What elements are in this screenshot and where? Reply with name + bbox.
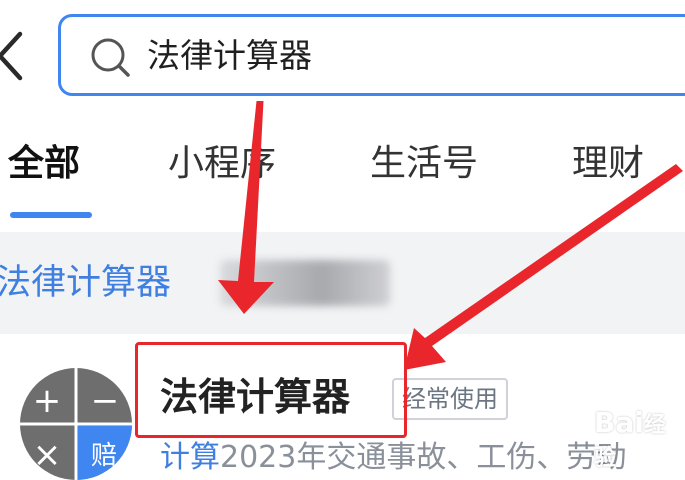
back-icon[interactable] — [0, 30, 24, 82]
frequently-used-badge: 经常使用 — [392, 378, 508, 420]
tab-mini-programs[interactable]: 小程序 — [168, 140, 276, 188]
blurred-content — [220, 260, 390, 306]
plus-glyph: + — [33, 381, 62, 421]
section-title: 法律计算器 — [0, 263, 172, 303]
watermark-brand: Bai经验 — [594, 406, 666, 471]
result-title: 法律计算器 — [160, 375, 351, 419]
category-tabs: 全部 小程序 生活号 理财 — [0, 128, 685, 228]
search-icon — [91, 38, 130, 77]
tab-all[interactable]: 全部 — [8, 140, 80, 188]
section-header: 法律计算器 — [0, 232, 685, 334]
search-header: 法律计算器 — [0, 0, 685, 118]
paw-logo-icon — [552, 407, 583, 441]
description-highlight: 计算 — [160, 440, 220, 475]
calculator-app-icon: + − × 赔 — [20, 368, 132, 480]
watermark: Bai经验 — [548, 402, 685, 471]
active-tab-indicator — [10, 212, 92, 218]
pei-glyph: 赔 — [91, 441, 117, 471]
minus-glyph: − — [91, 381, 120, 421]
tab-life-accounts[interactable]: 生活号 — [370, 140, 478, 188]
search-query-text: 法律计算器 — [147, 36, 312, 75]
search-input[interactable]: 法律计算器 — [58, 14, 685, 96]
tab-finance[interactable]: 理财 — [572, 140, 644, 188]
times-glyph: × — [33, 435, 62, 475]
